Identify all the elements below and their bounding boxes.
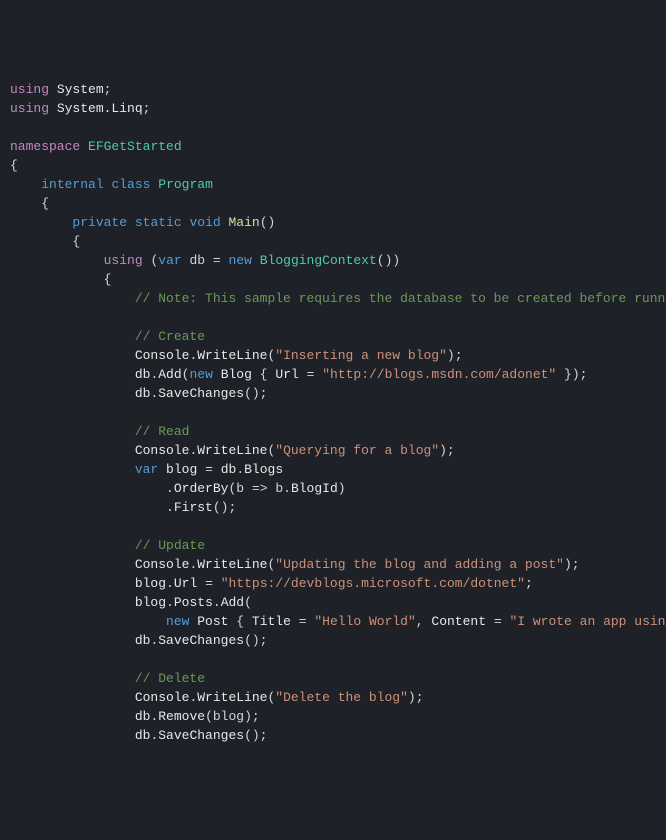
keyword-using: using (104, 253, 143, 268)
property: Content (431, 614, 486, 629)
class-ref: Blog (221, 367, 252, 382)
keyword-var: var (158, 253, 181, 268)
property: Url (174, 576, 197, 591)
comment: // Create (135, 329, 205, 344)
string-literal: "Updating the blog and adding a post" (275, 557, 564, 572)
method-call: SaveChanges (158, 633, 244, 648)
lambda-param: b (275, 481, 283, 496)
keyword-var: var (135, 462, 158, 477)
class-ref: Console (135, 443, 190, 458)
namespace-ref: System.Linq (57, 101, 143, 116)
method-call: WriteLine (197, 443, 267, 458)
property: Blogs (244, 462, 283, 477)
string-literal: "http://blogs.msdn.com/adonet" (322, 367, 556, 382)
code-block: using System; using System.Linq; namespa… (0, 76, 666, 745)
namespace-ref: System (57, 82, 104, 97)
method-call: WriteLine (197, 557, 267, 572)
class-ref: Console (135, 557, 190, 572)
method-call: Add (221, 595, 244, 610)
string-literal: "Hello World" (314, 614, 415, 629)
keyword-namespace: namespace (10, 139, 80, 154)
method-call: WriteLine (197, 348, 267, 363)
class-name: Program (158, 177, 213, 192)
method-call: Remove (158, 709, 205, 724)
keyword-static: static (135, 215, 182, 230)
keyword-void: void (189, 215, 220, 230)
variable: blog (166, 462, 197, 477)
keyword-new: new (229, 253, 252, 268)
property: Url (275, 367, 298, 382)
keyword-using: using (10, 82, 49, 97)
string-literal: "https://devblogs.microsoft.com/dotnet" (221, 576, 525, 591)
method-call: SaveChanges (158, 728, 244, 743)
method-call: WriteLine (197, 690, 267, 705)
namespace-name: EFGetStarted (88, 139, 182, 154)
variable: db (221, 462, 237, 477)
keyword-private: private (72, 215, 127, 230)
class-ref: Post (197, 614, 228, 629)
method-call: Add (158, 367, 181, 382)
variable: blog (213, 709, 244, 724)
string-literal: "Delete the blog" (275, 690, 408, 705)
method-call: OrderBy (174, 481, 229, 496)
variable: db (135, 386, 151, 401)
method-name: Main (229, 215, 260, 230)
class-ref: BloggingContext (260, 253, 377, 268)
keyword-new: new (189, 367, 212, 382)
variable: blog (135, 595, 166, 610)
variable: db (135, 633, 151, 648)
variable: db (135, 367, 151, 382)
variable: db (135, 728, 151, 743)
keyword-using: using (10, 101, 49, 116)
string-literal: "Querying for a blog" (275, 443, 439, 458)
property: BlogId (291, 481, 338, 496)
property: Title (252, 614, 291, 629)
keyword-internal: internal (41, 177, 103, 192)
comment: // Note: This sample requires the databa… (135, 291, 666, 306)
class-ref: Console (135, 690, 190, 705)
comment: // Delete (135, 671, 205, 686)
class-ref: Console (135, 348, 190, 363)
lambda-param: b (236, 481, 244, 496)
string-literal: "Inserting a new blog" (275, 348, 447, 363)
keyword-new: new (166, 614, 189, 629)
comment: // Update (135, 538, 205, 553)
method-call: First (174, 500, 213, 515)
string-literal: "I wrote an app using (509, 614, 666, 629)
property: Posts (174, 595, 213, 610)
variable: blog (135, 576, 166, 591)
variable: db (189, 253, 205, 268)
keyword-class: class (111, 177, 150, 192)
variable: db (135, 709, 151, 724)
method-call: SaveChanges (158, 386, 244, 401)
comment: // Read (135, 424, 190, 439)
